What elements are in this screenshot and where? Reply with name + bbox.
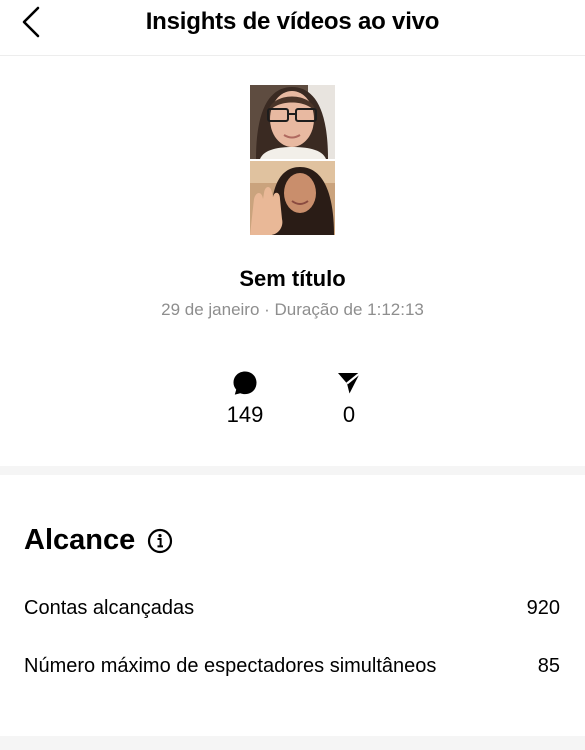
info-icon[interactable] bbox=[147, 528, 173, 554]
shares-stat: 0 bbox=[319, 368, 379, 428]
participant-video-1 bbox=[250, 85, 335, 159]
top-bar: Insights de vídeos ao vivo bbox=[0, 0, 585, 56]
page-title: Insights de vídeos ao vivo bbox=[145, 8, 440, 35]
peak-viewers-value: 85 bbox=[537, 655, 560, 677]
comments-stat: 149 bbox=[215, 368, 275, 428]
participant-video-2 bbox=[250, 161, 335, 235]
reach-row-peak-viewers: Número máximo de espectadores simultâneo… bbox=[24, 655, 560, 678]
paper-plane-icon bbox=[338, 372, 361, 394]
comments-count: 149 bbox=[226, 402, 264, 427]
accounts-reached-value: 920 bbox=[526, 597, 560, 619]
bottom-divider bbox=[0, 736, 585, 750]
section-divider bbox=[0, 466, 585, 475]
reach-section-title: Alcance bbox=[24, 524, 173, 557]
reach-title: Alcance bbox=[24, 524, 136, 556]
live-video-thumbnail[interactable] bbox=[250, 85, 335, 235]
peak-viewers-label: Número máximo de espectadores simultâneo… bbox=[24, 655, 437, 677]
comment-bubble-icon bbox=[233, 371, 257, 395]
reach-row-accounts: Contas alcançadas 920 bbox=[24, 597, 560, 620]
accounts-reached-label: Contas alcançadas bbox=[24, 597, 195, 619]
shares-count: 0 bbox=[342, 402, 356, 427]
live-date-duration: 29 de janeiro · Duração de 1:12:13 bbox=[161, 300, 424, 319]
live-title: Sem título bbox=[239, 266, 346, 291]
